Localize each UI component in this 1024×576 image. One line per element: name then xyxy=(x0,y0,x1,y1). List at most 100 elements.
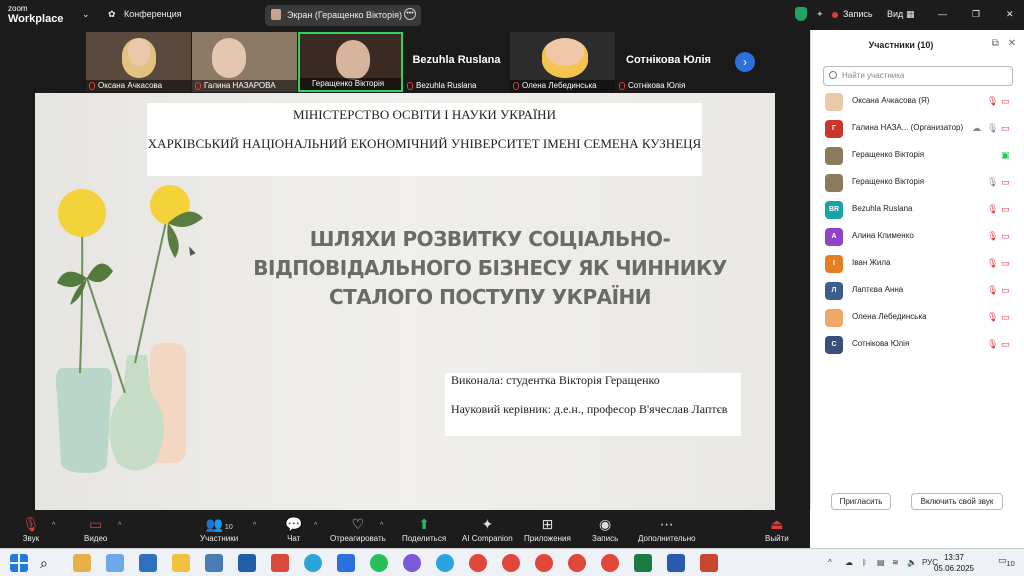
panel-actions: ⧉ ✕ xyxy=(992,38,1016,49)
video-button[interactable]: ▭ Видео xyxy=(84,514,107,543)
participant-row[interactable]: A Алина Клименко 🎙 ▭ xyxy=(825,227,1020,247)
camera-off-icon: ▭ xyxy=(1001,285,1010,295)
share-stage: МІНІСТЕРСТВО ОСВІТИ І НАУКИ УКРАЇНИ ХАРК… xyxy=(0,93,810,510)
participant-row[interactable]: Л Лаптєва Анна 🎙 ▭ xyxy=(825,281,1020,301)
video-tile[interactable]: Сотнікова Юлія Сотнікова Юлія xyxy=(616,32,721,92)
close-panel-icon[interactable]: ✕ xyxy=(1008,38,1016,49)
participants-options-caret[interactable]: ^ xyxy=(253,522,256,529)
participant-row[interactable]: Геращенко Вікторія 🎙 ▭ xyxy=(825,173,1020,193)
zoom-app-icon[interactable] xyxy=(337,554,355,572)
avatar xyxy=(825,147,843,165)
share-screen-icon: ⬆ xyxy=(418,516,430,532)
record-status[interactable]: Запись xyxy=(843,9,873,19)
video-tile[interactable]: Олена Лебединська xyxy=(510,32,615,92)
chrome-icon[interactable] xyxy=(568,554,586,572)
top-bar: zoom Workplace ⌄ ✿ Конференция Экран (Ге… xyxy=(0,0,810,30)
video-tile[interactable]: Bezuhla Ruslana Bezuhla Ruslana xyxy=(404,32,509,92)
chrome-icon[interactable] xyxy=(502,554,520,572)
minimize-icon[interactable]: — xyxy=(938,9,947,19)
audio-options-caret[interactable]: ^ xyxy=(52,522,55,529)
search-placeholder: Найти участника xyxy=(842,71,905,80)
participant-row[interactable]: I Іван Жила 🎙 ▭ xyxy=(825,254,1020,274)
video-tile[interactable]: Галина НАЗАРОВА xyxy=(192,32,297,92)
participant-search-input[interactable]: Найти участника xyxy=(823,66,1013,86)
avatar xyxy=(825,93,843,111)
participant-row[interactable]: Олена Лебединська 🎙 ▭ xyxy=(825,308,1020,328)
participant-row[interactable]: Оксана Ачкасова (Я) 🎙 ▭ xyxy=(825,92,1020,112)
app-icon[interactable] xyxy=(73,554,91,572)
logo-workplace: Workplace xyxy=(8,13,64,25)
chrome-icon[interactable] xyxy=(601,554,619,572)
excel-icon[interactable] xyxy=(634,554,652,572)
wifi-icon[interactable]: ≋ xyxy=(892,558,899,567)
unmute-self-button[interactable]: Включить свой звук xyxy=(911,493,1003,510)
participant-row[interactable]: Г Галина НАЗА... (Организатор) ☁ 🎙 ▭ xyxy=(825,119,1020,139)
whatsapp-icon[interactable] xyxy=(370,554,388,572)
mic-muted-icon: 🎙 xyxy=(987,339,999,349)
cloud-icon[interactable]: ☁ xyxy=(845,558,853,567)
app-tray-icon[interactable]: ▤ xyxy=(877,558,885,567)
share-button[interactable]: ⬆ Поделиться xyxy=(402,514,446,543)
participant-row[interactable]: Геращенко Вікторія ▣ xyxy=(825,146,1020,166)
restore-icon[interactable]: ❐ xyxy=(972,9,980,20)
chat-options-caret[interactable]: ^ xyxy=(314,522,317,529)
react-button[interactable]: ♡ Отреагировать xyxy=(330,514,386,543)
participants-button[interactable]: 👥 10 Участники xyxy=(200,514,238,543)
app-icon[interactable] xyxy=(205,554,223,572)
audio-button[interactable]: 🎙 Звук xyxy=(22,514,40,543)
invite-button[interactable]: Пригласить xyxy=(831,493,891,510)
bluetooth-icon[interactable]: ᛒ xyxy=(862,558,867,567)
close-icon[interactable]: ✕ xyxy=(1006,9,1014,20)
speaker-icon[interactable]: 🔈 xyxy=(907,558,917,567)
avatar: Г xyxy=(825,120,843,138)
view-menu[interactable]: Вид xyxy=(887,9,903,19)
folder-icon[interactable] xyxy=(172,554,190,572)
leave-button[interactable]: ⏏ Выйти xyxy=(765,514,789,543)
video-tile[interactable]: Оксана Ачкасова xyxy=(86,32,191,92)
participant-row[interactable]: BR Bezuhla Ruslana 🎙 ▭ xyxy=(825,200,1020,220)
chrome-icon[interactable] xyxy=(469,554,487,572)
viber-icon[interactable] xyxy=(403,554,421,572)
app-icon[interactable] xyxy=(106,554,124,572)
clock[interactable]: 13:37 05.06.2025 xyxy=(934,552,974,574)
more-icon[interactable]: ••• xyxy=(404,8,416,20)
gallery-next-button[interactable]: › xyxy=(735,52,755,72)
grid-icon[interactable]: ▦ xyxy=(906,9,915,20)
meeting-menu[interactable]: Конференция xyxy=(124,9,182,19)
react-label: Отреагировать xyxy=(330,534,386,543)
chat-button[interactable]: 💬 Чат xyxy=(285,514,302,543)
leave-icon: ⏏ xyxy=(770,516,784,532)
start-icon[interactable] xyxy=(10,554,28,572)
chevron-down-icon[interactable]: ⌄ xyxy=(82,9,90,20)
apps-button[interactable]: ⊞ Приложения xyxy=(524,514,571,543)
react-options-caret[interactable]: ^ xyxy=(380,522,383,529)
record-button[interactable]: ◉ Запись xyxy=(592,514,618,543)
participants-count: 10 xyxy=(224,524,233,531)
sparkle-icon[interactable]: ✦ xyxy=(816,9,824,20)
popout-icon[interactable]: ⧉ xyxy=(992,38,999,49)
word-icon[interactable] xyxy=(667,554,685,572)
app-icon[interactable] xyxy=(271,554,289,572)
chevron-up-icon[interactable]: ^ xyxy=(828,558,832,567)
participant-row[interactable]: С Сотнікова Юлія 🎙 ▭ xyxy=(825,335,1020,355)
video-tile-active-speaker[interactable]: Геращенко Вікторія xyxy=(298,32,403,92)
slide-header-box: МІНІСТЕРСТВО ОСВІТИ І НАУКИ УКРАЇНИ ХАРК… xyxy=(147,103,702,176)
notification-icon[interactable]: ▭10 xyxy=(998,555,1015,568)
tile-name-label: Галина НАЗАРОВА xyxy=(192,80,297,92)
telegram-icon[interactable] xyxy=(436,554,454,572)
video-options-caret[interactable]: ^ xyxy=(118,522,121,529)
share-indicator[interactable]: Экран (Геращенко Вікторія) ••• xyxy=(265,5,421,26)
app-icon[interactable] xyxy=(238,554,256,572)
notification-count: 10 xyxy=(1006,558,1015,568)
powerpoint-icon[interactable] xyxy=(700,554,718,572)
mic-muted-icon: 🎙 xyxy=(22,516,40,532)
tile-name-label: Bezuhla Ruslana xyxy=(404,80,509,92)
camera-off-icon: ▭ xyxy=(1001,177,1010,187)
search-icon[interactable]: ⌕ xyxy=(40,554,58,572)
app-icon[interactable] xyxy=(139,554,157,572)
app-icon[interactable] xyxy=(304,554,322,572)
mic-muted-icon xyxy=(195,82,201,90)
ai-companion-button[interactable]: ✦ AI Companion xyxy=(462,514,513,543)
chrome-icon[interactable] xyxy=(535,554,553,572)
more-button[interactable]: ⋯ Дополнительно xyxy=(638,514,696,543)
